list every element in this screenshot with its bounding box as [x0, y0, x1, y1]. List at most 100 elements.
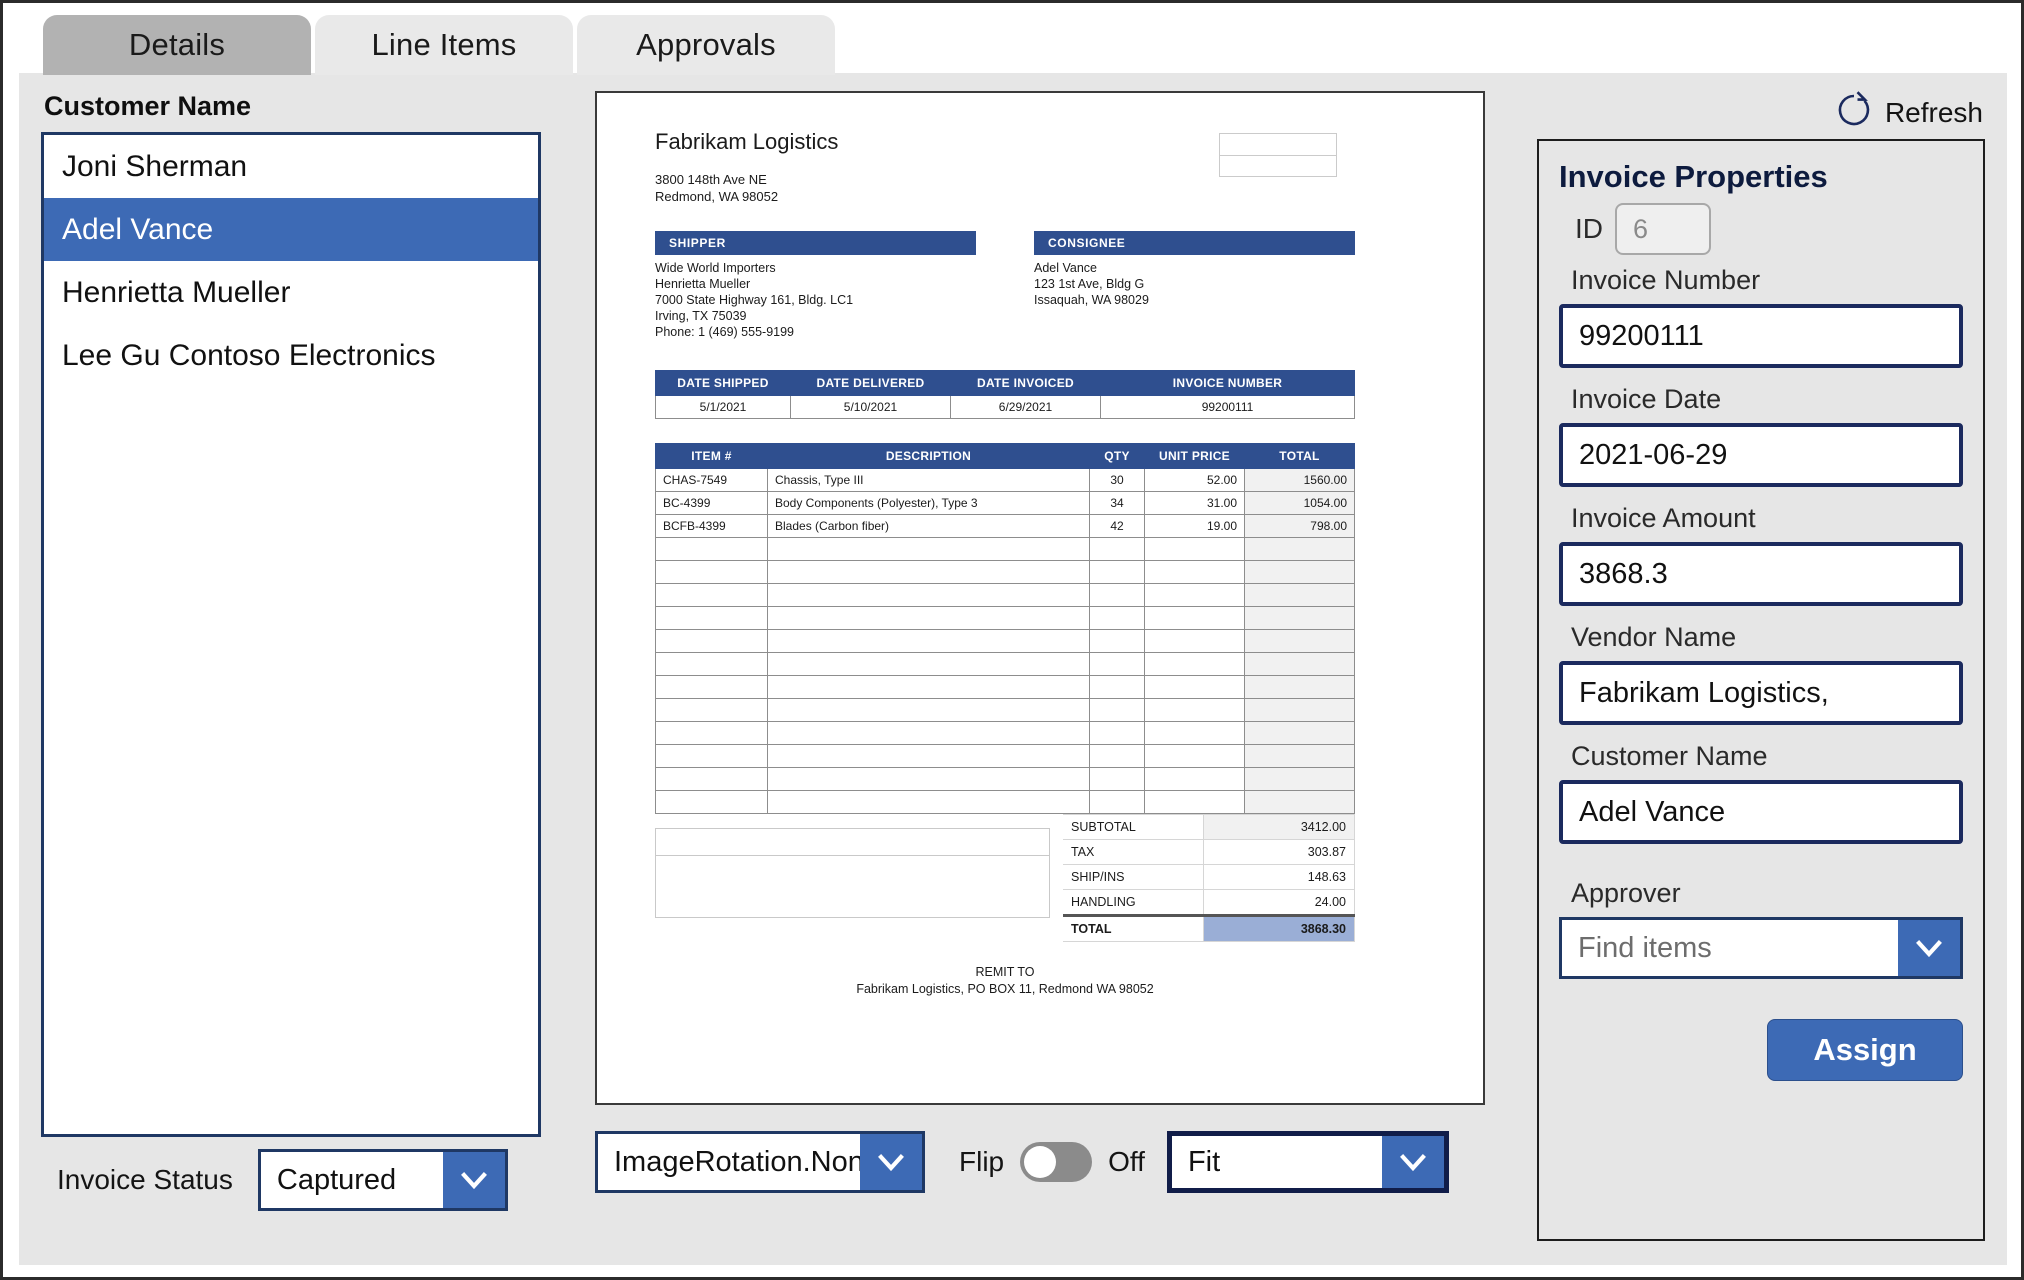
- viewer-toolbar: ImageRotation.None Flip Off Fit: [595, 1123, 1449, 1201]
- cell-item-number: BCFB-4399: [656, 515, 768, 538]
- flip-toggle[interactable]: [1020, 1142, 1092, 1182]
- cell-empty: [768, 653, 1090, 676]
- cell-empty: [1090, 538, 1145, 561]
- table-row: 5/1/2021 5/10/2021 6/29/2021 99200111: [656, 396, 1355, 419]
- customer-name-label: Joni Sherman: [62, 150, 247, 184]
- doc-company-address-line2: Redmond, WA 98052: [655, 188, 1355, 205]
- zoom-mode-dropdown[interactable]: Fit: [1167, 1131, 1449, 1193]
- table-row-empty: [656, 584, 1355, 607]
- tab-line-items[interactable]: Line Items: [315, 15, 573, 75]
- invoice-amount-input[interactable]: 3868.3: [1559, 542, 1963, 606]
- invoice-amount-label: Invoice Amount: [1571, 503, 1963, 534]
- doc-consignee-line: Adel Vance: [1034, 260, 1355, 276]
- cell-empty: [1145, 676, 1245, 699]
- chevron-down-icon[interactable]: [443, 1152, 505, 1208]
- tab-details[interactable]: Details: [43, 15, 311, 75]
- invoice-status-dropdown[interactable]: Captured: [258, 1149, 508, 1211]
- invoice-id-label: ID: [1575, 213, 1603, 245]
- customer-list-header: Customer Name: [41, 91, 541, 122]
- list-item[interactable]: Adel Vance: [44, 198, 538, 261]
- cell-empty: [656, 745, 768, 768]
- document-viewer[interactable]: Fabrikam Logistics 3800 148th Ave NE Red…: [595, 91, 1485, 1105]
- doc-shipper-line: Wide World Importers: [655, 260, 976, 276]
- customer-list[interactable]: Joni Sherman Adel Vance Henrietta Muelle…: [41, 132, 541, 1137]
- table-row-empty: [656, 768, 1355, 791]
- cell-empty: [656, 676, 768, 699]
- cell-empty: [1090, 745, 1145, 768]
- cell-empty: [768, 584, 1090, 607]
- list-item[interactable]: Henrietta Mueller: [44, 261, 538, 324]
- doc-parties: SHIPPER Wide World Importers Henrietta M…: [655, 231, 1355, 340]
- doc-consignee-body: Adel Vance 123 1st Ave, Bldg G Issaquah,…: [1034, 255, 1355, 308]
- cell-empty: [1145, 538, 1245, 561]
- col-date-shipped: DATE SHIPPED: [656, 371, 791, 396]
- vendor-name-input[interactable]: Fabrikam Logistics,: [1559, 661, 1963, 725]
- cell-empty: [1245, 722, 1355, 745]
- cell-empty: [1245, 699, 1355, 722]
- invoice-date-label: Invoice Date: [1571, 384, 1963, 415]
- cell-empty: [1090, 630, 1145, 653]
- table-row-empty: [656, 676, 1355, 699]
- approver-placeholder: Find items: [1562, 920, 1898, 976]
- invoice-number-input[interactable]: 99200111: [1559, 304, 1963, 368]
- cell-empty: [656, 653, 768, 676]
- col-date-invoiced: DATE INVOICED: [951, 371, 1101, 396]
- cell-empty: [768, 791, 1090, 814]
- doc-shipper-line: Phone: 1 (469) 555-9199: [655, 324, 976, 340]
- doc-totals-table: SUBTOTAL 3412.00 TAX 303.87 SHIP/INS 148…: [1063, 814, 1355, 942]
- doc-shipper-line: Irving, TX 75039: [655, 308, 976, 324]
- cell-date-delivered: 5/10/2021: [791, 396, 951, 419]
- invoice-id-row: ID 6: [1575, 203, 1963, 255]
- list-item[interactable]: Joni Sherman: [44, 135, 538, 198]
- cell-empty: [1090, 584, 1145, 607]
- flip-state-label: Off: [1108, 1146, 1145, 1178]
- col-invoice-number: INVOICE NUMBER: [1101, 371, 1355, 396]
- cell-empty: [1090, 653, 1145, 676]
- cell-empty: [1145, 745, 1245, 768]
- invoice-properties-panel: Invoice Properties ID 6 Invoice Number 9…: [1537, 139, 1985, 1241]
- cell-empty: [1090, 607, 1145, 630]
- cell-item-number: CHAS-7549: [656, 469, 768, 492]
- invoice-status-label: Invoice Status: [57, 1164, 233, 1196]
- list-item[interactable]: Lee Gu Contoso Electronics: [44, 324, 538, 387]
- refresh-circular-arrow-icon: [1833, 89, 1875, 136]
- refresh-button[interactable]: Refresh: [1833, 89, 1983, 136]
- customer-name-input[interactable]: Adel Vance: [1559, 780, 1963, 844]
- col-item-number: ITEM #: [656, 444, 768, 469]
- cell-empty: [1245, 791, 1355, 814]
- assign-button[interactable]: Assign: [1767, 1019, 1963, 1081]
- logo-placeholder-box: [1219, 133, 1337, 177]
- invoice-amount-value: 3868.3: [1579, 558, 1668, 591]
- cell-empty: [1090, 768, 1145, 791]
- cell-empty: [768, 768, 1090, 791]
- totals-label: HANDLING: [1063, 890, 1203, 916]
- invoice-date-input[interactable]: 2021-06-29: [1559, 423, 1963, 487]
- totals-label: SUBTOTAL: [1063, 815, 1203, 840]
- app-surface: Refresh Customer Name Joni Sherman Adel …: [19, 73, 2007, 1265]
- doc-remit-block: REMIT TO Fabrikam Logistics, PO BOX 11, …: [655, 964, 1355, 998]
- totals-label: SHIP/INS: [1063, 865, 1203, 890]
- cell-empty: [1145, 653, 1245, 676]
- image-rotation-dropdown[interactable]: ImageRotation.None: [595, 1131, 925, 1193]
- cell-unit-price: 52.00: [1145, 469, 1245, 492]
- cell-empty: [656, 722, 768, 745]
- cell-empty: [656, 699, 768, 722]
- chevron-down-icon[interactable]: [1382, 1136, 1444, 1188]
- chevron-down-icon[interactable]: [860, 1134, 922, 1190]
- tab-approvals[interactable]: Approvals: [577, 15, 835, 75]
- cell-empty: [656, 538, 768, 561]
- approver-dropdown[interactable]: Find items: [1559, 917, 1963, 979]
- cell-date-shipped: 5/1/2021: [656, 396, 791, 419]
- doc-line-items-body: CHAS-7549Chassis, Type III3052.001560.00…: [656, 469, 1355, 814]
- table-row-empty: [656, 561, 1355, 584]
- col-date-delivered: DATE DELIVERED: [791, 371, 951, 396]
- chevron-down-icon[interactable]: [1898, 920, 1960, 976]
- table-row: CHAS-7549Chassis, Type III3052.001560.00: [656, 469, 1355, 492]
- cell-empty: [1090, 699, 1145, 722]
- doc-remit-heading: REMIT TO: [655, 964, 1355, 981]
- cell-empty: [1245, 538, 1355, 561]
- cell-empty: [768, 745, 1090, 768]
- table-row: BC-4399Body Components (Polyester), Type…: [656, 492, 1355, 515]
- cell-qty: 34: [1090, 492, 1145, 515]
- table-row: TAX 303.87: [1063, 840, 1355, 865]
